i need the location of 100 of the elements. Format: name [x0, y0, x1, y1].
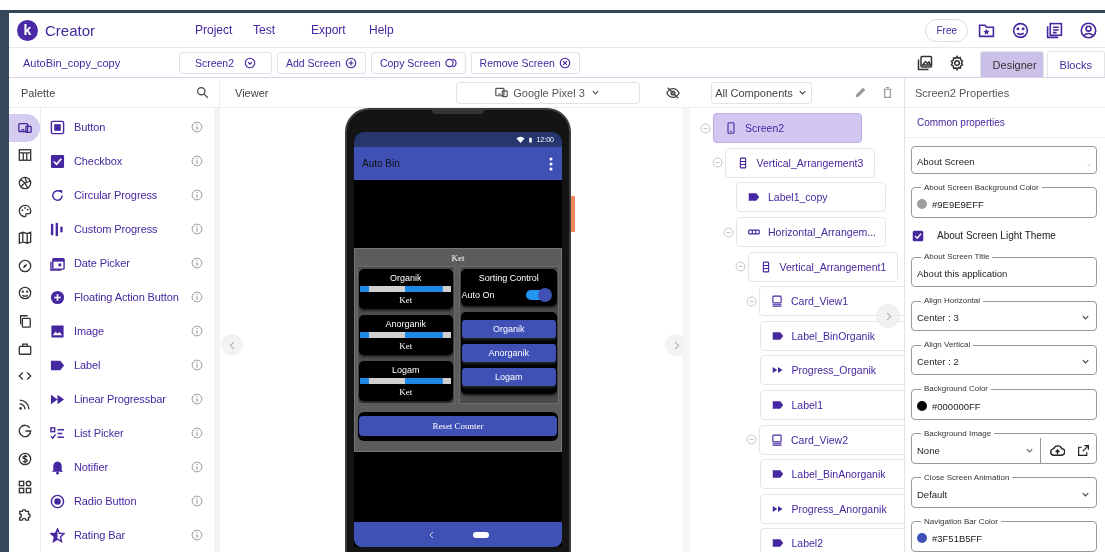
component-filter[interactable]: All Components [711, 81, 812, 104]
more-icon[interactable] [549, 156, 553, 171]
device-selector[interactable]: Google Pixel 3 [456, 81, 640, 104]
palette-item[interactable]: Rating Bar [41, 518, 214, 552]
palette-item[interactable]: Checkbox [41, 144, 214, 178]
view-tab[interactable]: Blocks [1046, 51, 1105, 77]
palette-item[interactable]: Notifier [41, 450, 214, 484]
remove-screen-button[interactable]: Remove Screen [470, 51, 580, 74]
checkbox-icon [50, 153, 65, 169]
menu-item[interactable]: Help [369, 23, 427, 37]
checkbox-label: About Screen Light Theme [937, 230, 1056, 242]
menu-item[interactable]: Export [311, 23, 369, 37]
select-field[interactable]: Align Vertical Center : 2 [911, 341, 1097, 376]
logo: k [17, 19, 38, 41]
bin-name: Anorganik [385, 318, 426, 330]
asset-field[interactable]: Background Image None [911, 429, 1097, 464]
toggle-switch[interactable] [525, 288, 552, 302]
devices-icon[interactable] [17, 120, 32, 135]
face-icon[interactable] [1012, 21, 1029, 39]
user-icon[interactable] [1080, 21, 1097, 39]
text-area[interactable]: About Screen [911, 146, 1097, 174]
copy-icon[interactable] [17, 313, 32, 328]
notes-icon[interactable] [1046, 21, 1063, 39]
color-field[interactable]: Background Color #000000FF [911, 385, 1097, 420]
puzzle-icon[interactable] [17, 507, 32, 522]
section-title[interactable]: Common properties [917, 117, 1005, 128]
tree-item[interactable]: Progress_Anorganik [759, 493, 904, 524]
calendar-icon [50, 255, 65, 271]
field-label: Align Horizontal [923, 297, 982, 306]
palette-item[interactable]: Label [41, 348, 214, 382]
field-label: About Screen Background Color [923, 183, 1040, 192]
copy-screen-button[interactable]: Copy Screen [370, 51, 466, 74]
reset-button[interactable]: Reset Counter [359, 416, 557, 436]
sort-button[interactable]: Anorganik [461, 344, 556, 362]
home-icon[interactable] [473, 531, 489, 538]
dollar-icon[interactable] [17, 451, 32, 466]
field-value: #000000FF [932, 400, 982, 412]
tree-item[interactable]: Horizontal_Arrangem... [736, 217, 886, 248]
field-label: Close Screen Animation [923, 473, 1011, 482]
tree-item[interactable]: Label1 [759, 390, 904, 421]
tree-item[interactable]: Vertical_Arrangement1 [747, 251, 898, 282]
palette-item[interactable]: List Picker [41, 416, 214, 450]
open-external-icon[interactable] [1077, 443, 1090, 457]
folder-star-icon[interactable] [978, 21, 995, 39]
sort-button[interactable]: Organik [461, 320, 556, 338]
layout-icon[interactable] [17, 148, 32, 163]
menu-item[interactable]: Project [195, 23, 253, 37]
palette-item[interactable]: Custom Progress [41, 212, 214, 246]
text-field[interactable]: About Screen Title About this application [911, 253, 1097, 288]
upload-cloud-icon[interactable] [1050, 442, 1065, 458]
palette-item[interactable]: Circular Progress [41, 178, 214, 212]
compass-icon[interactable] [17, 258, 32, 273]
bin-caption: Ket [399, 295, 413, 305]
menu-item[interactable]: Test [253, 23, 311, 37]
tree-item[interactable]: Progress_Organik [759, 355, 904, 386]
images-icon[interactable] [916, 54, 933, 71]
add-screen-button[interactable]: Add Screen [277, 51, 366, 74]
g-shape-icon[interactable] [17, 424, 32, 439]
palette-item[interactable]: Date Picker [41, 246, 214, 280]
eye-off-icon[interactable] [666, 85, 680, 100]
sort-button[interactable]: Logam [461, 368, 556, 386]
palette-item[interactable]: Image [41, 314, 214, 348]
tree-item[interactable]: Label_BinOrganik [759, 320, 904, 351]
bin-name: Organik [390, 272, 422, 284]
map-icon[interactable] [17, 231, 32, 246]
pencil-icon[interactable] [854, 86, 867, 99]
palette-item[interactable]: Radio Button [41, 484, 214, 518]
panel-heading: Ket [451, 252, 465, 263]
palette-item[interactable]: Button [41, 110, 214, 144]
color-field[interactable]: Navigation Bar Color #3F51B5FF [911, 517, 1097, 552]
back-icon[interactable] [427, 529, 435, 540]
face-icon[interactable] [17, 286, 32, 301]
briefcase-icon[interactable] [17, 341, 32, 356]
aperture-icon[interactable] [17, 176, 32, 190]
search-icon[interactable] [196, 86, 209, 99]
screen-selector[interactable]: Screen2 [179, 51, 272, 74]
checkbox[interactable] [912, 229, 924, 242]
select-field[interactable]: Align Horizontal Center : 3 [911, 297, 1097, 332]
settings-icon[interactable] [948, 54, 965, 71]
palette-item[interactable]: Linear Progressbar [41, 382, 214, 416]
palette-item[interactable]: Floating Action Button [41, 280, 214, 314]
plus-circle-icon [50, 289, 65, 305]
grid-icon[interactable] [17, 479, 32, 494]
field-value: Center : 3 [917, 312, 960, 324]
plus-circle-icon [344, 56, 357, 69]
select-field[interactable]: Close Screen Animation Default [911, 473, 1097, 508]
tree-item[interactable]: Card_View1 [759, 286, 904, 317]
tree-item[interactable]: Label1_copy [736, 182, 886, 213]
palette-icon[interactable] [17, 203, 32, 218]
tree-item[interactable]: Card_View2 [759, 424, 904, 455]
trash-icon[interactable] [881, 86, 894, 99]
tree-item[interactable]: Vertical_Arrangement3 [724, 147, 875, 178]
switch-label: Auto On [461, 290, 495, 300]
tree-item[interactable]: Label2 [759, 528, 904, 552]
color-field[interactable]: About Screen Background Color #9E9E9EFF [911, 183, 1097, 218]
tree-item[interactable]: Label_BinAnorganik [759, 459, 904, 490]
tree-item[interactable]: Screen2 [713, 113, 862, 144]
close-circle-icon [558, 56, 571, 69]
field-label: Background Image [923, 429, 993, 438]
view-tab[interactable]: Designer [979, 51, 1044, 77]
